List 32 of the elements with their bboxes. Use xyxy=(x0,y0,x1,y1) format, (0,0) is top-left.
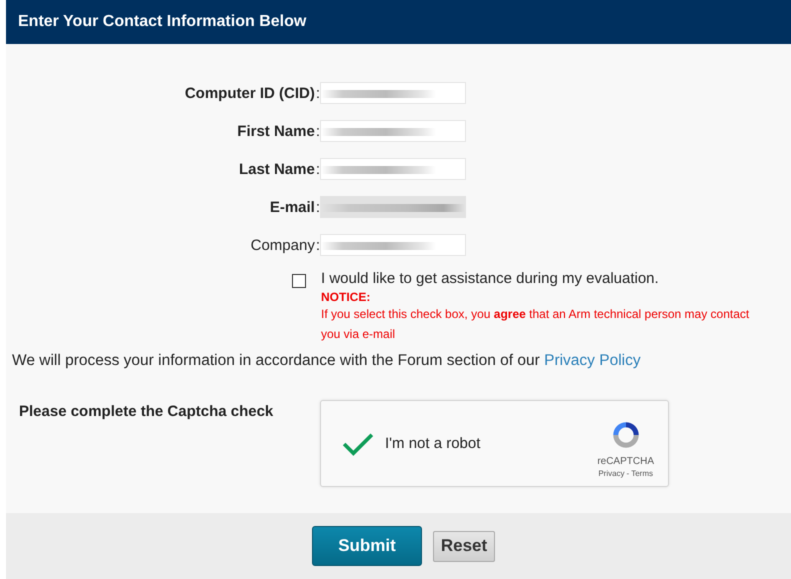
label-colon: : xyxy=(316,84,320,102)
checkmark-icon[interactable] xyxy=(341,432,375,456)
privacy-policy-link[interactable]: Privacy Policy xyxy=(544,352,641,369)
checkbox[interactable] xyxy=(292,274,306,288)
input-field[interactable] xyxy=(320,82,466,104)
field-label: First Name xyxy=(237,122,315,140)
link-separator: - xyxy=(626,468,630,478)
label-colon: : xyxy=(316,122,320,140)
field-label: Last Name xyxy=(238,160,315,178)
label-colon: : xyxy=(316,198,320,216)
captcha-label: I'm not a robot xyxy=(385,435,482,452)
field-label: Computer ID (CID) xyxy=(184,84,315,102)
terms-link[interactable]: Terms xyxy=(631,468,653,478)
field-label: Company xyxy=(250,236,315,254)
notice-title: NOTICE: xyxy=(321,290,372,304)
captcha-widget[interactable]: I'm not a robot reCAPTCHA Privacy - Terms xyxy=(320,400,669,487)
privacy-link[interactable]: Privacy xyxy=(598,468,625,478)
privacy-statement: We will process your information in accordance with the Forum section of our Privacy Policy xyxy=(12,352,642,370)
form-title: Enter Your Contact Information Below xyxy=(18,13,306,31)
input-field[interactable] xyxy=(320,196,466,218)
input-field[interactable] xyxy=(320,234,466,256)
recaptcha-brand: reCAPTCHA xyxy=(597,456,654,466)
label-colon: : xyxy=(316,236,320,254)
submit-button[interactable]: Submit xyxy=(312,526,422,566)
captcha-prompt: Please complete the Captcha check xyxy=(19,403,274,422)
field-label: E-mail xyxy=(270,198,315,216)
input-field[interactable] xyxy=(320,120,466,142)
reset-button[interactable]: Reset xyxy=(433,530,495,562)
notice-text: If you select this check box, you agree that an Arm technical person may contact you via e-mail xyxy=(321,306,750,343)
input-field[interactable] xyxy=(320,158,466,180)
label-colon: : xyxy=(316,160,320,178)
checkbox-label: I would like to get assistance during my evaluation. xyxy=(321,270,660,287)
